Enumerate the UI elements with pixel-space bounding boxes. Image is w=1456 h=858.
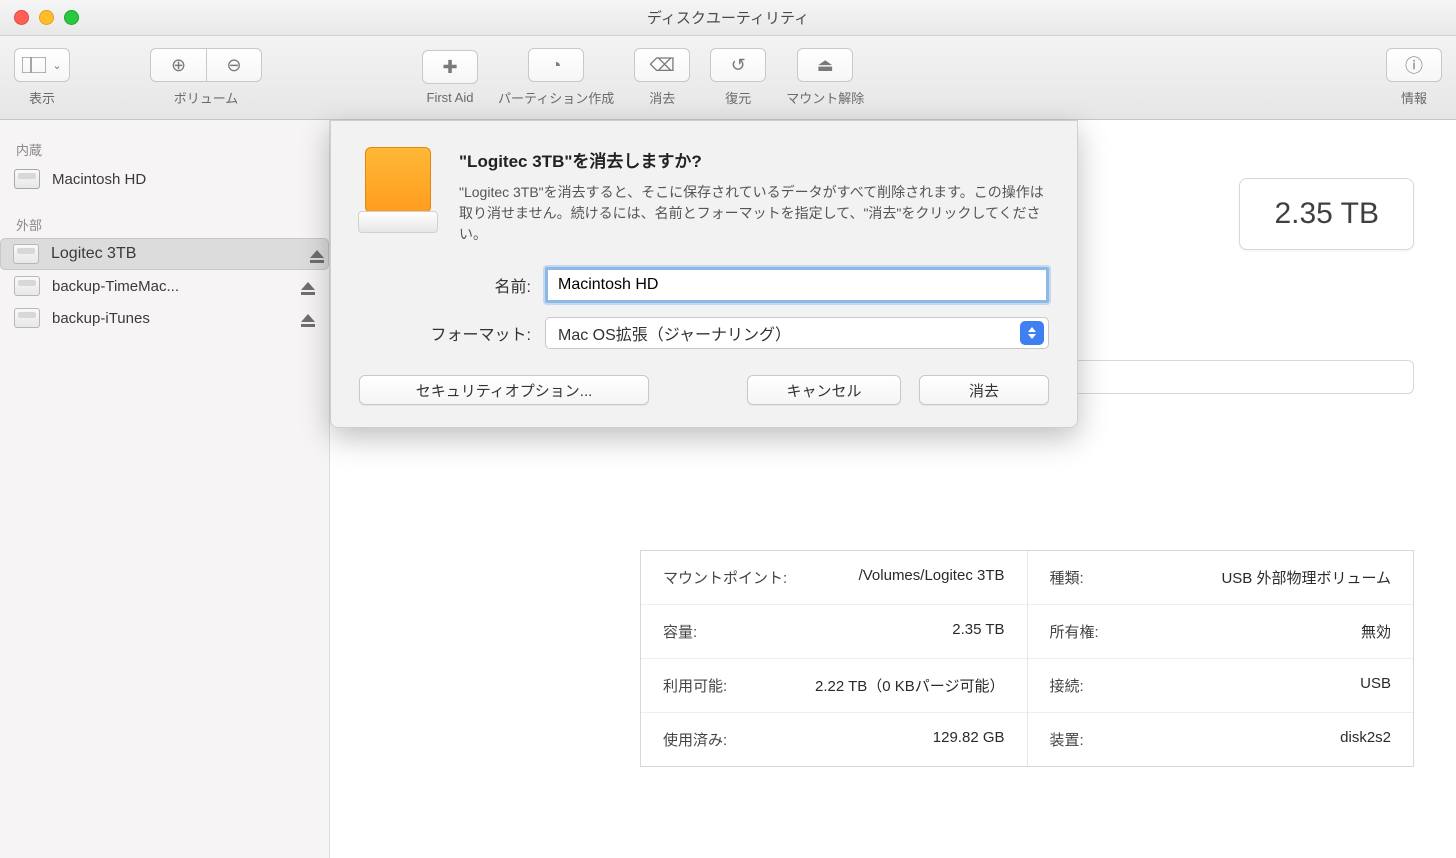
pie-icon: ◔ [551,55,562,76]
firstaid-label: First Aid [427,90,474,105]
security-options-button[interactable]: セキュリティオプション... [359,375,649,405]
toolbar-firstaid: ✚ First Aid [422,50,478,105]
erase-button[interactable]: ⌫ [634,48,690,82]
toolbar-volume: ⊕ ⊖ ボリューム [150,48,262,107]
partition-button[interactable]: ◔ [528,48,584,82]
restore-button[interactable]: ↺ [710,48,766,82]
unmount-button[interactable]: ⏏ [797,48,853,82]
toolbar-unmount: ⏏ マウント解除 [786,48,864,107]
info-label: 情報 [1401,88,1427,107]
info-row-capacity: 容量:2.35 TB [641,605,1027,659]
window-title: ディスクユーティリティ [0,7,1456,28]
external-disk-icon [14,308,40,328]
info-row-used: 使用済み:129.82 GB [641,713,1027,766]
content: 内蔵 Macintosh HD 外部 Logitec 3TB backup-Ti… [0,120,1456,858]
volume-label: ボリューム [174,88,239,107]
sidebar-item-label: backup-TimeMac... [52,278,179,295]
firstaid-button[interactable]: ✚ [422,50,478,84]
sidebar-item-label: backup-iTunes [52,310,150,327]
info-button[interactable]: ⓘ [1386,48,1442,82]
sidebar-header-external: 外部 [0,207,329,238]
toolbar-info: ⓘ 情報 [1386,48,1442,107]
eraser-icon: ⌫ [650,55,675,76]
sidebar-item-logitec[interactable]: Logitec 3TB [0,238,329,270]
restore-label: 復元 [725,88,751,107]
info-icon: ⓘ [1405,52,1423,78]
capacity-chip: 2.35 TB [1239,178,1414,250]
external-disk-icon [13,244,39,264]
dialog-title: "Logitec 3TB"を消去しますか? [459,147,1049,172]
volume-add-button[interactable]: ⊕ [150,48,206,82]
view-label: 表示 [29,88,55,107]
volume-remove-button[interactable]: ⊖ [206,48,262,82]
info-col-right: 種類:USB 外部物理ボリューム 所有権:無効 接続:USB 装置:disk2s… [1028,551,1414,766]
sidebar-item-label: Macintosh HD [52,171,146,188]
info-col-left: マウントポイント:/Volumes/Logitec 3TB 容量:2.35 TB… [641,551,1028,766]
dialog-description: "Logitec 3TB"を消去すると、そこに保存されているデータがすべて削除さ… [459,182,1049,245]
disk-plus-icon: ⊕ [171,55,186,76]
eject-icon: ⏏ [817,55,834,76]
eject-icon[interactable] [301,282,315,290]
stethoscope-icon: ✚ [442,57,457,78]
unmount-label: マウント解除 [786,88,864,107]
info-row-available: 利用可能:2.22 TB（0 KBパージ可能） [641,659,1027,713]
external-disk-icon [14,276,40,296]
info-row-conn: 接続:USB [1028,659,1414,713]
erase-confirm-button[interactable]: 消去 [919,375,1049,405]
erase-dialog: "Logitec 3TB"を消去しますか? "Logitec 3TB"を消去する… [330,120,1078,428]
info-row-type: 種類:USB 外部物理ボリューム [1028,551,1414,605]
main-pane: 2.35 TB マウントポイント:/Volumes/Logitec 3TB 容量… [330,120,1456,858]
sidebar-item-backup-itunes[interactable]: backup-iTunes [0,302,329,334]
sidebar-item-label: Logitec 3TB [51,245,136,263]
chevron-updown-icon [1020,321,1044,345]
undo-icon: ↺ [731,55,746,76]
info-row-owner: 所有権:無効 [1028,605,1414,659]
view-button[interactable]: ⌄ [14,48,70,82]
internal-disk-icon [14,169,40,189]
sidebar: 内蔵 Macintosh HD 外部 Logitec 3TB backup-Ti… [0,120,330,858]
info-row-mount: マウントポイント:/Volumes/Logitec 3TB [641,551,1027,605]
partition-label: パーティション作成 [498,88,614,107]
toolbar-restore: ↺ 復元 [710,48,766,107]
name-label: 名前: [359,273,545,297]
name-input[interactable] [545,267,1049,303]
toolbar-partition: ◔ パーティション作成 [498,48,614,107]
toolbar-erase: ⌫ 消去 [634,48,690,107]
toolbar: ⌄ 表示 ⊕ ⊖ ボリューム ✚ First Aid ◔ パーティション作成 ⌫… [0,36,1456,120]
cancel-button[interactable]: キャンセル [747,375,901,405]
sidebar-header-internal: 内蔵 [0,132,329,163]
erase-label: 消去 [649,88,675,107]
toolbar-view: ⌄ 表示 [14,48,70,107]
info-table: マウントポイント:/Volumes/Logitec 3TB 容量:2.35 TB… [640,550,1414,767]
info-row-device: 装置:disk2s2 [1028,713,1414,766]
external-drive-icon [359,147,437,245]
format-label: フォーマット: [359,321,545,345]
eject-icon[interactable] [310,250,324,258]
format-value: Mac OS拡張（ジャーナリング） [558,321,791,345]
eject-icon[interactable] [301,314,315,322]
disk-minus-icon: ⊖ [226,55,241,76]
sidebar-item-backup-tm[interactable]: backup-TimeMac... [0,270,329,302]
sidebar-item-macintosh-hd[interactable]: Macintosh HD [0,163,329,195]
titlebar: ディスクユーティリティ [0,0,1456,36]
format-select[interactable]: Mac OS拡張（ジャーナリング） [545,317,1049,349]
